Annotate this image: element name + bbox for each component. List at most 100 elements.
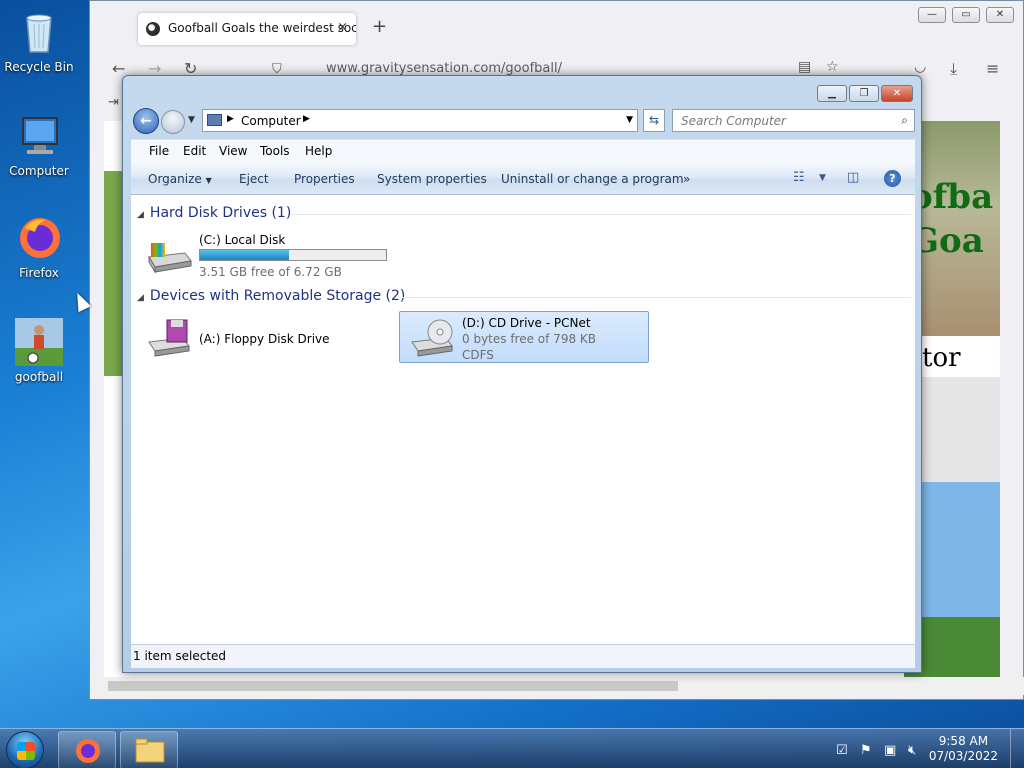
desktop-icon-label: Computer (9, 164, 69, 178)
organize-label: Organize (148, 172, 202, 186)
taskbar: ☑ ⚑ ▣ 🔇︎ 9:58 AM 07/03/2022 (0, 728, 1024, 768)
drive-name: (D:) CD Drive - PCNet (462, 316, 591, 330)
command-bar: Organize ▼ Eject Properties System prope… (131, 163, 915, 195)
drive-item-d[interactable]: (D:) CD Drive - PCNet 0 bytes free of 79… (399, 311, 649, 363)
menu-bar: File Edit View Tools Help (131, 139, 915, 163)
url-bar[interactable]: www.gravitysensation.com/goofball/ (326, 61, 562, 76)
file-list[interactable]: ◢ Hard Disk Drives (1) (C:) Local Disk 3.… (131, 195, 915, 644)
menu-icon[interactable]: ≡ (986, 59, 999, 78)
taskbar-firefox-button[interactable] (58, 731, 116, 768)
pocket-icon[interactable]: ◡ (914, 59, 926, 75)
minimize-button[interactable]: — (918, 7, 946, 23)
chevron-down-icon[interactable]: ▼ (819, 173, 826, 183)
search-input[interactable]: Search Computer ⌕ (672, 109, 915, 132)
page-banner-text: ofba (910, 177, 994, 217)
tab-favicon-icon (146, 22, 160, 36)
group-title: Devices with Removable Storage (2) (149, 288, 406, 304)
goofball-icon (15, 318, 63, 366)
change-view-icon[interactable]: ☷ (793, 170, 805, 185)
back-arrow-icon[interactable]: ← (112, 59, 125, 78)
explorer-window[interactable]: ▁ ❐ ✕ ← ▼ ▶ Computer ▶ ▼ ⇆ Search Comput… (122, 75, 922, 673)
desktop-icon-label: Firefox (19, 266, 59, 280)
group-header-removable[interactable]: ◢ Devices with Removable Storage (2) (137, 288, 405, 304)
forward-button[interactable] (161, 110, 185, 134)
clock[interactable]: 9:58 AM 07/03/2022 (929, 734, 998, 764)
start-button[interactable] (6, 731, 44, 768)
desktop-icon-firefox[interactable]: Firefox (4, 214, 74, 280)
drive-free-space: 0 bytes free of 798 KB (462, 332, 596, 346)
drive-item-a[interactable]: (A:) Floppy Disk Drive (137, 312, 391, 362)
download-icon[interactable]: ⤓ (950, 59, 957, 79)
menu-help[interactable]: Help (305, 144, 332, 158)
floppy-drive-icon (145, 318, 193, 358)
firefox-icon (76, 739, 100, 763)
menu-edit[interactable]: Edit (183, 144, 206, 158)
properties-button[interactable]: Properties (294, 172, 355, 186)
preview-pane-icon[interactable]: ◫ (847, 170, 859, 185)
desktop-icon-goofball[interactable]: goofball (4, 318, 74, 384)
search-placeholder: Search Computer (681, 114, 786, 128)
cd-drive-icon (408, 318, 456, 358)
flag-icon[interactable]: ⚑ (860, 743, 872, 758)
taskbar-explorer-button[interactable] (120, 731, 178, 768)
firefox-icon (15, 214, 63, 262)
menu-file[interactable]: File (149, 144, 169, 158)
show-desktop-button[interactable] (1010, 729, 1024, 768)
drive-name: (A:) Floppy Disk Drive (199, 332, 330, 346)
tab-title: Goofball Goals the weirdest soc (168, 21, 356, 35)
back-button[interactable]: ← (133, 108, 159, 134)
more-commands-button[interactable]: » (683, 172, 690, 186)
tab-close-icon[interactable]: × (337, 20, 348, 35)
system-properties-button[interactable]: System properties (377, 172, 487, 186)
close-button[interactable]: ✕ (986, 7, 1014, 23)
uninstall-program-button[interactable]: Uninstall or change a program (501, 172, 684, 186)
group-divider (399, 297, 911, 298)
drive-name: (C:) Local Disk (199, 233, 286, 247)
maximize-button[interactable]: ▭ (952, 7, 980, 23)
organize-button[interactable]: Organize ▼ (148, 172, 212, 186)
drive-file-system: CDFS (462, 348, 494, 362)
refresh-button[interactable]: ⇆ (643, 109, 665, 132)
search-icon[interactable]: ⌕ (901, 113, 908, 128)
drive-item-c[interactable]: (C:) Local Disk 3.51 GB free of 6.72 GB (137, 229, 391, 279)
status-text: 1 item selected (133, 649, 227, 663)
group-title: Hard Disk Drives (1) (149, 205, 292, 221)
disk-usage-bar (199, 249, 387, 261)
desktop-icon-computer[interactable]: Computer (4, 112, 74, 178)
eject-button[interactable]: Eject (239, 172, 269, 186)
desktop-icon-label: goofball (14, 370, 64, 384)
group-header-hard-disks[interactable]: ◢ Hard Disk Drives (1) (137, 205, 291, 221)
recent-pages-dropdown-icon[interactable]: ▼ (188, 115, 195, 125)
action-center-icon[interactable]: ☑ (836, 743, 848, 758)
page-heading: tor (922, 343, 961, 373)
scrollbar-thumb[interactable] (108, 681, 678, 691)
maximize-button[interactable]: ❐ (849, 85, 879, 102)
desktop-icon-recycle-bin[interactable]: Recycle Bin (4, 8, 74, 74)
close-button[interactable]: ✕ (881, 85, 913, 102)
breadcrumb-arrow-icon[interactable]: ▶ (303, 114, 310, 124)
network-icon[interactable]: ▣ (884, 743, 896, 758)
tab-strip: Goofball Goals the weirdest soc × + — ▭ … (90, 1, 1023, 53)
horizontal-scrollbar[interactable] (90, 677, 1024, 695)
volume-muted-icon[interactable]: 🔇︎ (908, 743, 916, 758)
computer-icon (15, 112, 63, 160)
collapse-triangle-icon: ◢ (137, 293, 144, 303)
collapse-triangle-icon: ◢ (137, 210, 144, 220)
breadcrumb-arrow-icon[interactable]: ▶ (227, 114, 234, 124)
help-icon[interactable]: ? (884, 170, 901, 187)
menu-view[interactable]: View (219, 144, 247, 158)
address-bar[interactable]: ▶ Computer ▶ ▼ (202, 109, 638, 132)
browser-tab[interactable]: Goofball Goals the weirdest soc × (138, 13, 356, 45)
status-bar: 1 item selected (131, 644, 915, 668)
bookmark-star-icon[interactable]: ☆ (826, 59, 839, 75)
reader-view-icon[interactable]: ▤ (798, 59, 811, 75)
new-tab-button[interactable]: + (372, 16, 387, 37)
chevron-down-icon: ▼ (205, 176, 212, 185)
sign-in-icon[interactable]: ⇥ (108, 95, 119, 110)
address-dropdown-icon[interactable]: ▼ (626, 115, 633, 125)
address-row: ← ▼ ▶ Computer ▶ ▼ ⇆ Search Computer ⌕ (131, 107, 915, 135)
breadcrumb-computer[interactable]: Computer (241, 114, 301, 128)
disk-usage-fill (200, 250, 290, 260)
minimize-button[interactable]: ▁ (817, 85, 847, 102)
menu-tools[interactable]: Tools (260, 144, 290, 158)
